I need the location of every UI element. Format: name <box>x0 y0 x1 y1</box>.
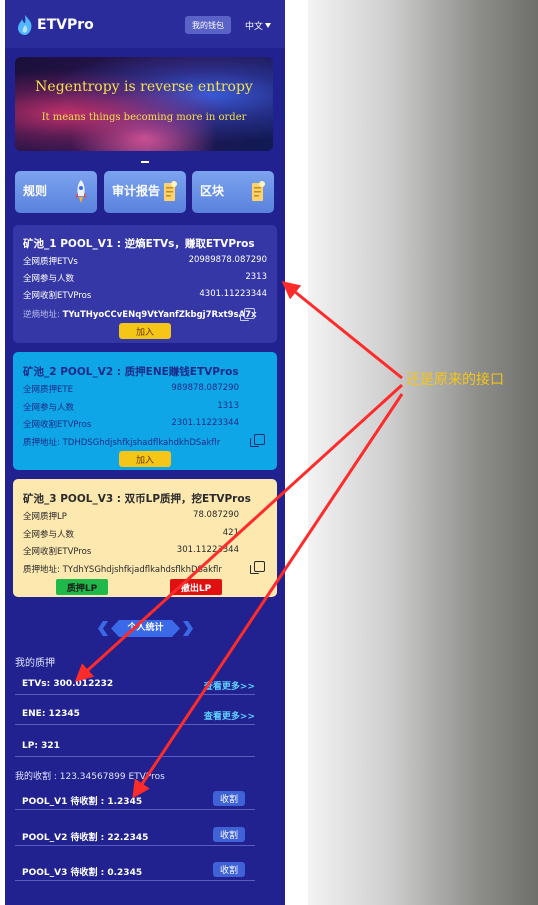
language-label: 中文 <box>245 22 264 32</box>
banner-headline: Negentropy is reverse entropy <box>35 79 253 95</box>
block-icon <box>252 181 265 201</box>
join-button[interactable]: 加入 <box>119 451 171 467</box>
flame-logo-icon <box>18 15 32 35</box>
stat-value: 421 <box>222 528 239 538</box>
copy-icon[interactable] <box>240 308 255 321</box>
stat-label: 全网收割ETVPros <box>23 547 92 557</box>
stake-value: ENE: 12345 <box>22 709 80 719</box>
harvest-button[interactable]: 收割 <box>213 827 245 842</box>
address-value: TDHDSGhdjshfkjshadflkahdkhDSakflr <box>62 438 221 448</box>
pool-stat-row: 全网参与人数 1313 <box>23 401 239 413</box>
mobile-app: ETVPro 我的钱包 中文 Negentropy is reverse ent… <box>5 0 285 905</box>
copy-icon[interactable] <box>250 434 265 447</box>
stake-row: ENE: 12345 查看更多>> <box>15 705 255 725</box>
pool-card-1: 矿池_1 POOL_V1 : 逆熵ETVs，赚取ETVPros 全网质押ETVs… <box>13 225 277 343</box>
address-label: 逆熵地址: <box>23 310 60 320</box>
carousel-indicator[interactable] <box>141 161 149 163</box>
rocket-icon <box>75 180 87 203</box>
pool-title: 矿池_3 POOL_V3 : 双币LP质押，挖ETVPros <box>23 493 251 505</box>
language-selector[interactable]: 中文 <box>245 19 272 32</box>
stat-value: 1313 <box>217 401 239 411</box>
my-wallet-button[interactable]: 我的钱包 <box>185 16 231 34</box>
harvest-button[interactable]: 收割 <box>213 862 245 877</box>
stat-value: 2301.11223344 <box>171 418 239 428</box>
background-panel <box>308 0 538 905</box>
pool-address: 质押地址: TYdhYSGhdjshfkjadflkahdsflkhDSakfl… <box>23 563 222 575</box>
stake-value: LP: 321 <box>22 741 60 751</box>
pool-stat-row: 全网收割ETVPros 301.11223344 <box>23 545 239 557</box>
stat-label: 全网质押ETE <box>23 385 73 395</box>
stake-lp-button[interactable]: 质押LP <box>56 579 108 595</box>
my-harvest-title: 我的收割 : 123.34567899 ETVPros <box>15 772 165 782</box>
stat-label: 全网质押ETVs <box>23 257 78 267</box>
stake-row: LP: 321 <box>15 737 255 757</box>
pool-address: 逆熵地址: TYuTHyoCCvENq9VtYanfZkbgj7Rxt9sA7x <box>23 308 257 320</box>
harvest-pending: POOL_V1 待收割 : 1.2345 <box>22 797 143 807</box>
personal-stats-label: 个人统计 <box>111 620 180 637</box>
stat-label: 全网收割ETVPros <box>23 291 92 301</box>
pool-stat-row: 全网质押ETE 989878.087290 <box>23 383 239 395</box>
unstake-lp-button[interactable]: 撤出LP <box>170 579 222 595</box>
view-more-link[interactable]: 查看更多>> <box>204 709 255 722</box>
harvest-button[interactable]: 收割 <box>213 791 245 806</box>
annotation-note: 还是原来的接口 <box>406 372 504 388</box>
address-label: 质押地址: <box>23 565 60 575</box>
address-value: TYdhYSGhdjshfkjadflkahdsflkhDSakflr <box>62 565 222 575</box>
tile-block-label: 区块 <box>200 184 225 198</box>
address-label: 质押地址: <box>23 438 60 448</box>
pool-stat-row: 全网质押LP 78.087290 <box>23 510 239 522</box>
harvest-pending: POOL_V3 待收割 : 0.2345 <box>22 868 143 878</box>
stat-value: 301.11223344 <box>176 545 239 555</box>
tile-audit-report[interactable]: 审计报告 <box>104 171 186 213</box>
hero-banner: Negentropy is reverse entropy It means t… <box>15 57 273 151</box>
pool-title: 矿池_2 POOL_V2 : 质押ENE赚钱ETVPros <box>23 366 239 378</box>
pool-stat-row: 全网参与人数 421 <box>23 528 239 540</box>
app-name: ETVPro <box>37 17 94 33</box>
stat-value: 20989878.087290 <box>188 255 267 265</box>
banner-subline: It means things becoming more in order <box>41 112 247 123</box>
stat-value: 989878.087290 <box>171 383 239 393</box>
pool-stat-row: 全网收割ETVPros 4301.11223344 <box>23 289 267 301</box>
harvest-row: POOL_V1 待收割 : 1.2345 收割 <box>15 790 255 810</box>
report-icon <box>164 181 177 201</box>
tile-audit-label: 审计报告 <box>112 184 161 198</box>
pool-stat-row: 全网质押ETVs 20989878.087290 <box>23 255 267 267</box>
stat-label: 全网参与人数 <box>23 274 75 284</box>
stat-label: 全网收割ETVPros <box>23 420 92 430</box>
tile-block[interactable]: 区块 <box>192 171 274 213</box>
stat-value: 2313 <box>245 272 267 282</box>
harvest-row: POOL_V3 待收割 : 0.2345 收割 <box>15 861 255 881</box>
stat-label: 全网参与人数 <box>23 403 75 413</box>
stat-value: 4301.11223344 <box>199 289 267 299</box>
chevron-down-icon <box>265 23 272 28</box>
stat-label: 全网质押LP <box>23 512 67 522</box>
chevron-right-icon <box>183 621 193 636</box>
personal-stats-ribbon: 个人统计 <box>98 620 193 637</box>
my-stake-title: 我的质押 <box>15 658 55 669</box>
view-more-link[interactable]: 查看更多>> <box>204 679 255 692</box>
pool-title: 矿池_1 POOL_V1 : 逆熵ETVs，赚取ETVPros <box>23 238 255 250</box>
stat-value: 78.087290 <box>193 510 239 520</box>
pool-card-2: 矿池_2 POOL_V2 : 质押ENE赚钱ETVPros 全网质押ETE 989… <box>13 352 277 470</box>
pool-address: 质押地址: TDHDSGhdjshfkjshadflkahdkhDSakflr <box>23 436 220 448</box>
chevron-left-icon <box>98 621 108 636</box>
stake-value: ETVs: 300.012232 <box>22 679 114 689</box>
harvest-row: POOL_V2 待收割 : 22.2345 收割 <box>15 826 255 846</box>
join-button[interactable]: 加入 <box>119 323 171 339</box>
harvest-pending: POOL_V2 待收割 : 22.2345 <box>22 833 149 843</box>
app-header: ETVPro 我的钱包 中文 <box>5 0 285 48</box>
tile-rules[interactable]: 规则 <box>15 171 97 213</box>
tile-rules-label: 规则 <box>23 184 48 198</box>
pool-stat-row: 全网参与人数 2313 <box>23 272 267 284</box>
pool-stat-row: 全网收割ETVPros 2301.11223344 <box>23 418 239 430</box>
stat-label: 全网参与人数 <box>23 530 75 540</box>
copy-icon[interactable] <box>250 561 265 574</box>
pool-card-3: 矿池_3 POOL_V3 : 双币LP质押，挖ETVPros 全网质押LP 78.… <box>13 479 277 597</box>
stake-row: ETVs: 300.012232 查看更多>> <box>15 675 255 695</box>
address-value: TYuTHyoCCvENq9VtYanfZkbgj7Rxt9sA7x <box>62 310 257 320</box>
